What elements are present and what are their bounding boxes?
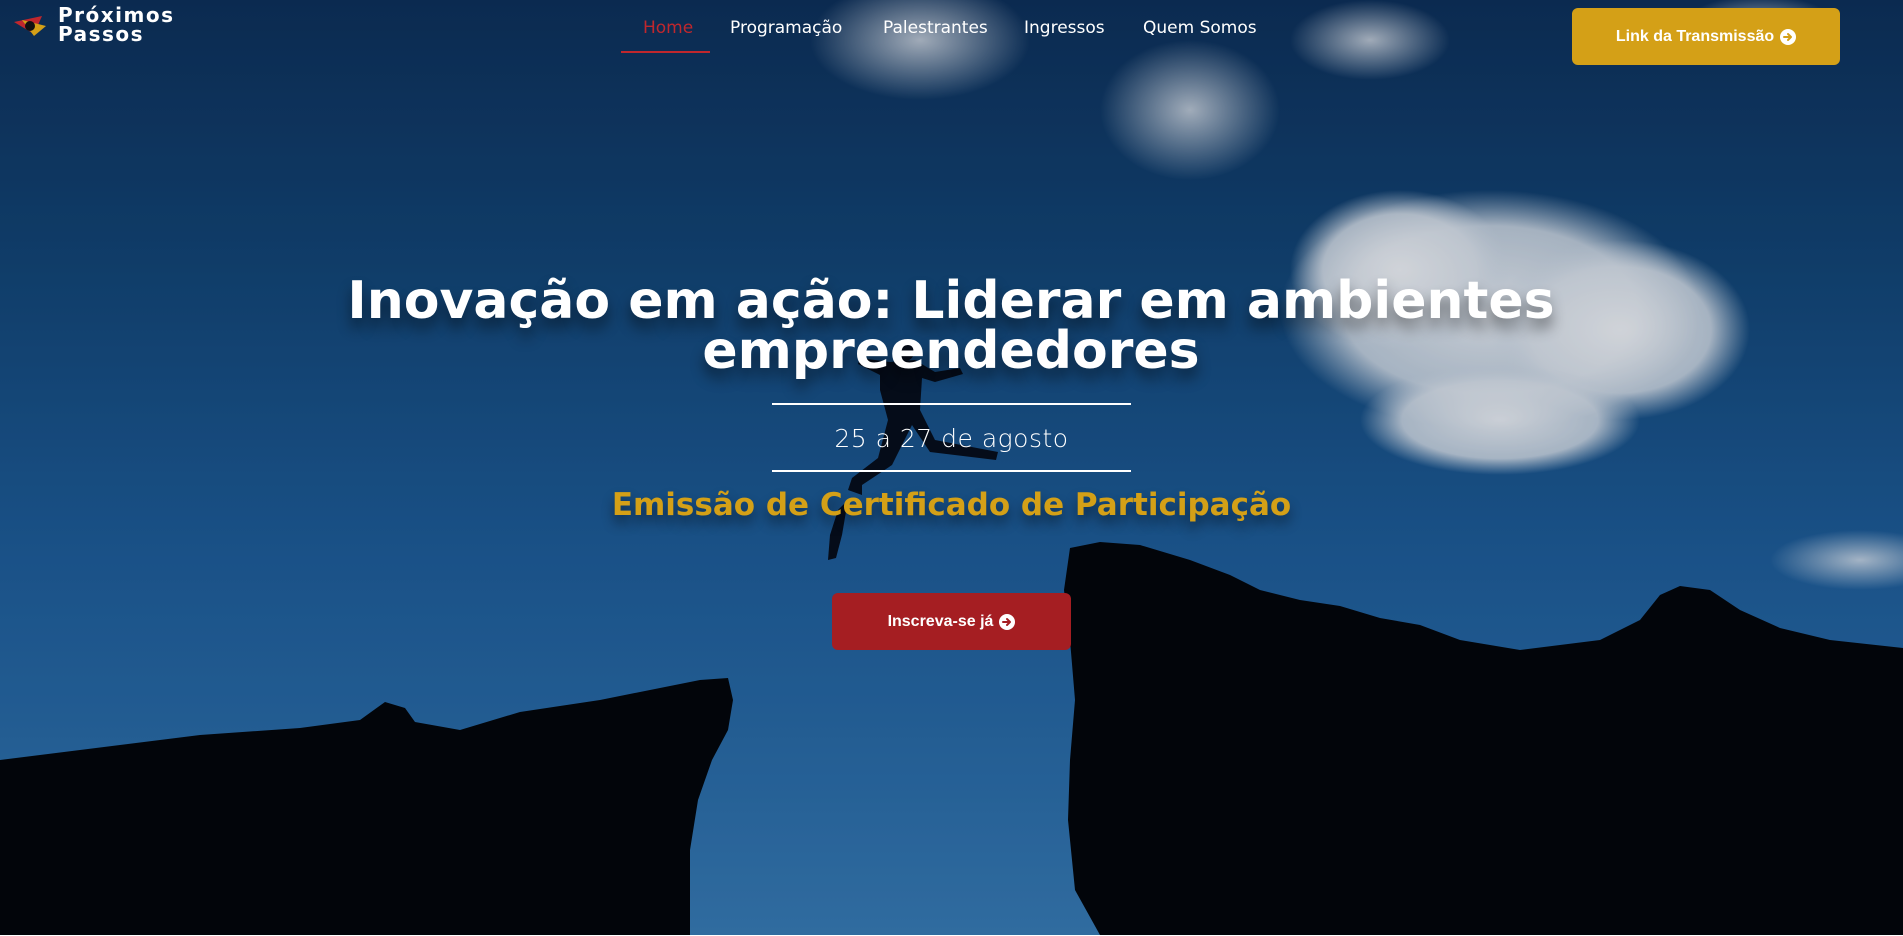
logo-mark-icon — [14, 16, 46, 36]
brand-logo[interactable]: Próximos Passos — [12, 5, 178, 46]
nav-item-quem-somos[interactable]: Quem Somos — [1143, 18, 1257, 38]
arrow-circle-right-icon — [999, 613, 1016, 630]
hero-section: Próximos Passos Home Programação Palestr… — [0, 0, 1903, 935]
event-dates: 25 a 27 de agosto — [834, 424, 1069, 453]
hero-overlay — [0, 0, 1903, 935]
signup-button[interactable]: Inscreva-se já — [832, 593, 1071, 650]
certificate-notice: Emissão de Certificado de Participação — [611, 487, 1292, 523]
stream-link-label: Link da Transmissão — [1615, 27, 1775, 45]
arrow-circle-right-icon — [1780, 28, 1797, 45]
brand-name: Próximos Passos — [58, 5, 178, 46]
nav-item-home[interactable]: Home — [643, 18, 693, 38]
brand-name-line2: Passos — [58, 22, 145, 46]
nav-item-palestrantes[interactable]: Palestrantes — [883, 18, 988, 38]
nav-item-programacao[interactable]: Programação — [730, 18, 842, 38]
divider-bottom — [772, 470, 1131, 472]
nav-item-ingressos[interactable]: Ingressos — [1024, 18, 1105, 38]
divider-top — [772, 403, 1131, 405]
nav-active-indicator — [621, 51, 710, 53]
hero-headline-line2: empreendedores — [702, 321, 1200, 381]
hero-headline: Inovação em ação: Liderar em ambientes e… — [301, 275, 1601, 377]
signup-label: Inscreva-se já — [887, 612, 994, 630]
stream-link-button[interactable]: Link da Transmissão — [1572, 8, 1840, 65]
